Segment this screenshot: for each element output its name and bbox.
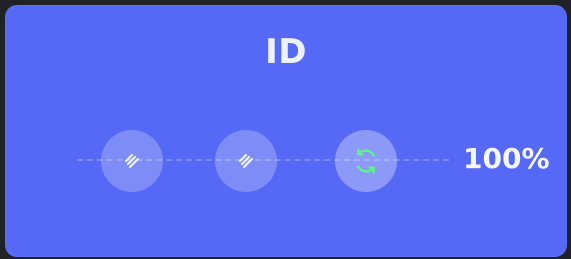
progress-card: ID 100% [5, 5, 567, 257]
signal-icon [238, 153, 254, 169]
step-1-indicator [101, 130, 163, 192]
refresh-icon [356, 148, 376, 174]
progress-percent: 100% [463, 142, 550, 175]
card-title: ID [265, 32, 307, 72]
step-2-indicator [215, 130, 277, 192]
step-3-indicator [335, 130, 397, 192]
signal-icon [124, 153, 140, 169]
